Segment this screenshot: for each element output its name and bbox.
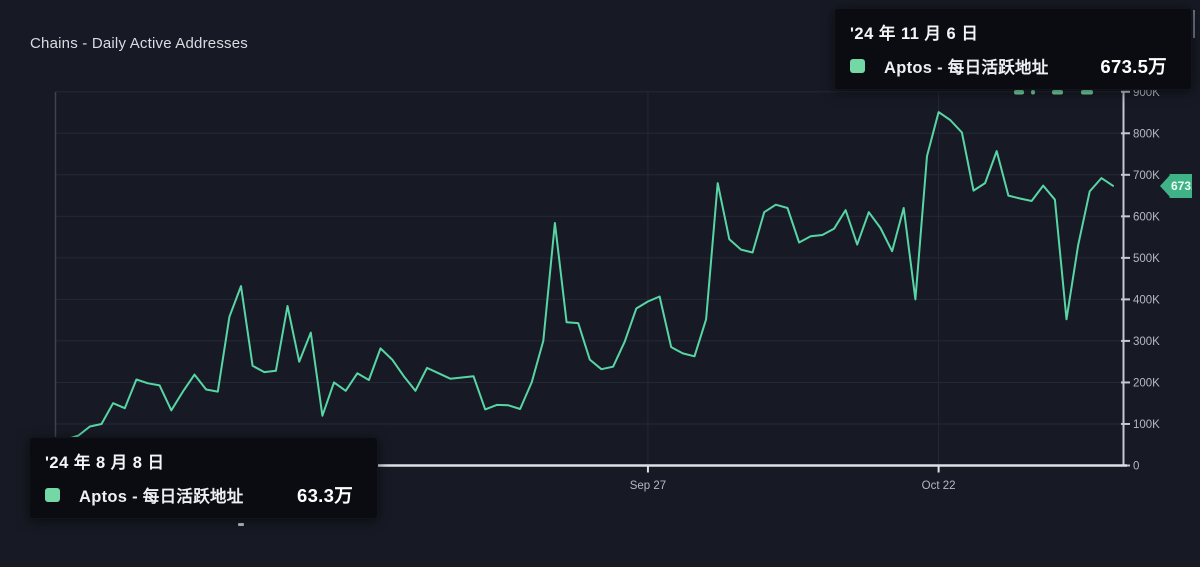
scrollbar-fragment — [1193, 10, 1195, 38]
series-value: 673.5万 — [1100, 53, 1167, 79]
y-tick-label: 300K — [1133, 336, 1160, 348]
series-color-swatch — [45, 488, 60, 502]
tooltip-date: '24 年 8 月 8 日 — [45, 449, 353, 473]
y-tick-label: 500K — [1133, 253, 1160, 265]
clipped-peak-dash — [1014, 90, 1024, 95]
y-tick-label: 200K — [1133, 377, 1160, 389]
y-tick-label: 400K — [1133, 294, 1160, 306]
x-tick-label: Oct 22 — [922, 480, 956, 492]
series-color-swatch — [850, 59, 865, 73]
y-tick-label: 700K — [1133, 170, 1160, 182]
series-label: Aptos - 每日活跃地址 — [884, 54, 1049, 78]
tooltip-series-row: Aptos - 每日活跃地址 63.3万 — [45, 482, 353, 508]
tooltip-aug-8: '24 年 8 月 8 日 Aptos - 每日活跃地址 63.3万 — [29, 437, 378, 519]
stray-tick-artifact — [238, 523, 244, 526]
clipped-peak-dash — [1052, 90, 1063, 95]
y-tick-label: 800K — [1133, 128, 1160, 140]
aptos-series-line — [55, 112, 1113, 443]
clipped-peak-dash — [1031, 90, 1035, 95]
clipped-peak-dash — [1081, 90, 1093, 95]
series-label: Aptos - 每日活跃地址 — [79, 483, 244, 507]
y-tick-label: 600K — [1133, 211, 1160, 223]
tooltip-series-row: Aptos - 每日活跃地址 673.5万 — [850, 53, 1167, 79]
series-value: 63.3万 — [297, 482, 353, 508]
last-value-tag-label: 673.5万 — [1171, 179, 1192, 193]
y-tick-label: 0 — [1133, 461, 1139, 473]
tooltip-date: '24 年 11 月 6 日 — [850, 20, 1167, 44]
x-tick-label: Sep 27 — [630, 480, 666, 492]
tooltip-nov-6: '24 年 11 月 6 日 Aptos - 每日活跃地址 673.5万 — [834, 8, 1192, 90]
y-tick-label: 100K — [1133, 419, 1160, 431]
